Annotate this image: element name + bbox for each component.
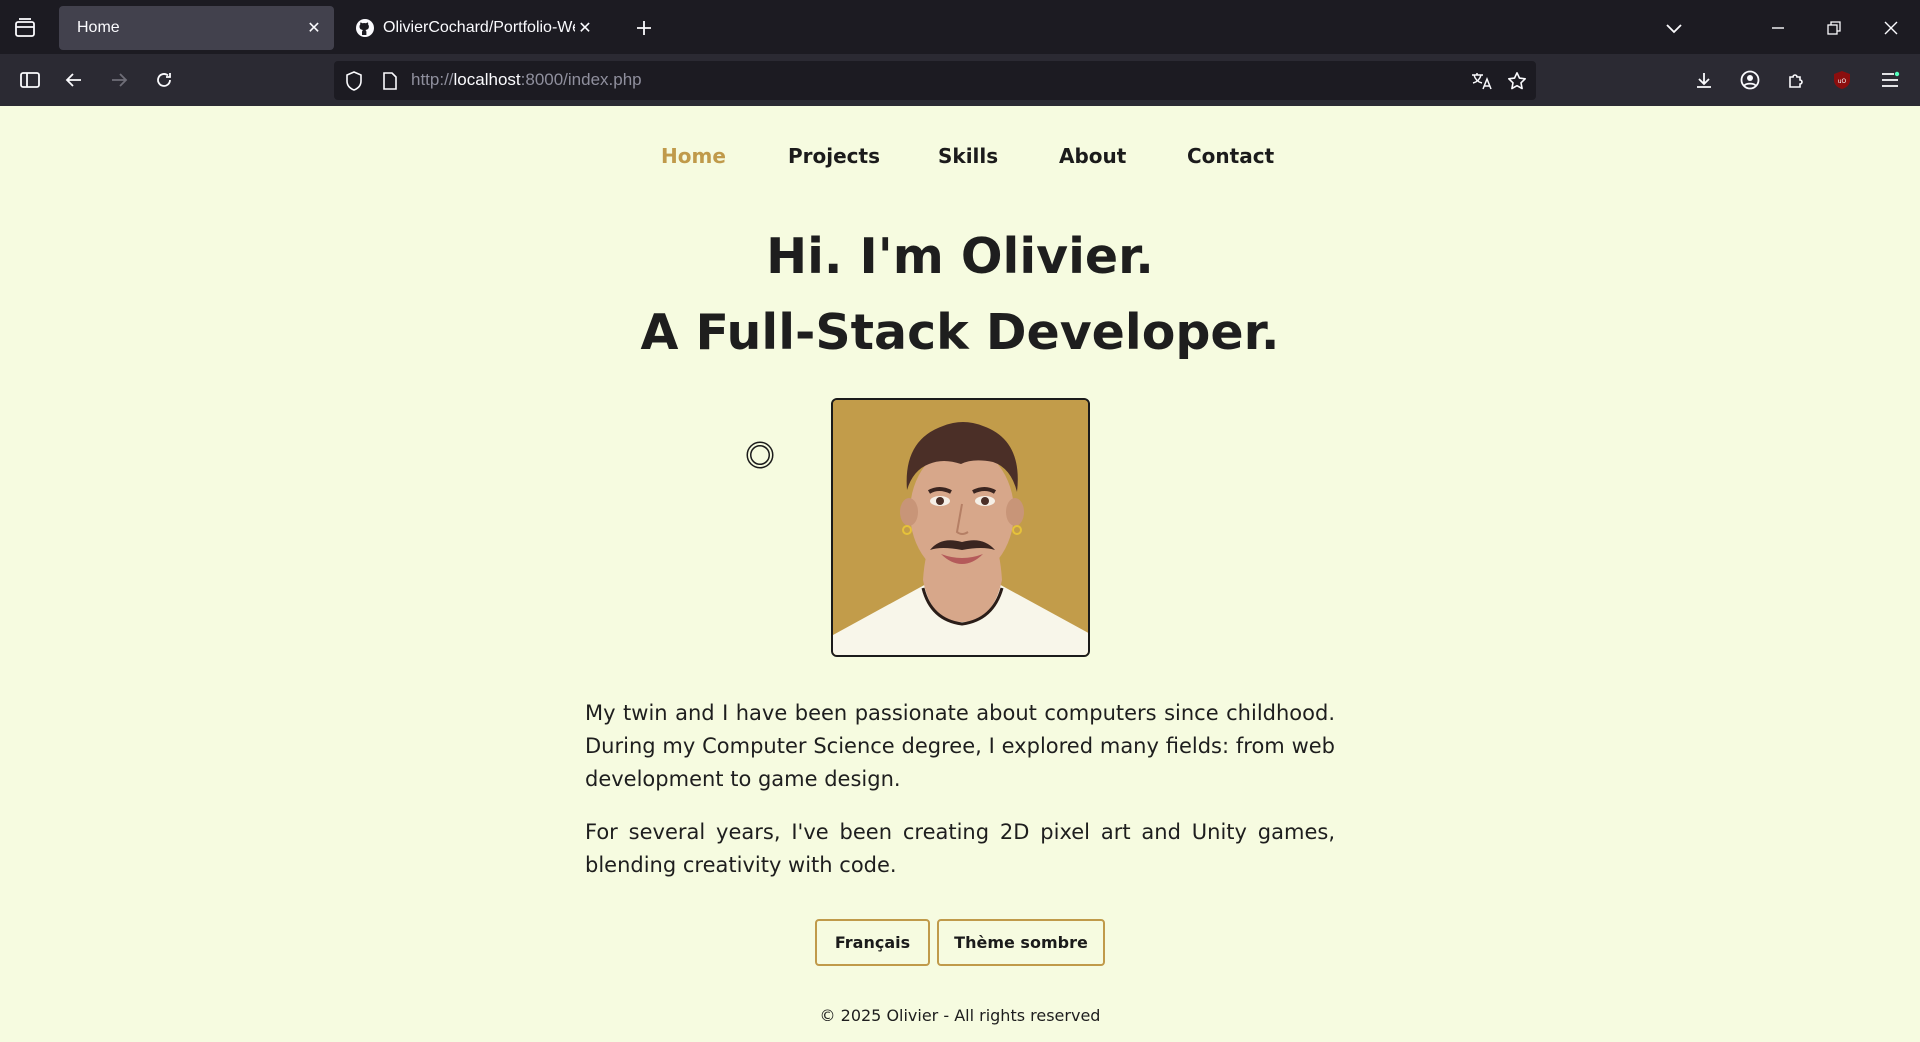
page-icon[interactable] (380, 70, 400, 92)
hero-greeting: Hi. I'm Olivier. (766, 228, 1154, 285)
sidebar-toggle-icon[interactable] (18, 68, 42, 92)
reload-icon[interactable] (152, 68, 176, 92)
shield-icon[interactable] (343, 70, 365, 92)
footer-copyright: © 2025 Olivier - All rights reserved (819, 1006, 1101, 1025)
url-host: localhost (453, 70, 521, 89)
url-prefix: http:// (411, 70, 454, 89)
download-icon[interactable] (1692, 68, 1716, 92)
ublock-icon[interactable]: uO (1830, 68, 1854, 92)
tab-title: OlivierCochard/Portfolio-Websi (383, 19, 575, 36)
github-icon (355, 18, 375, 38)
menu-icon[interactable] (1878, 68, 1902, 92)
close-icon[interactable]: ✕ (575, 18, 595, 38)
forward-arrow-icon[interactable] (107, 68, 131, 92)
account-icon[interactable] (1738, 68, 1762, 92)
window-close-icon[interactable] (1877, 16, 1905, 40)
nav-item-skills[interactable]: Skills (938, 144, 998, 168)
bio-paragraph-2: For several years, I've been creating 2D… (585, 820, 1335, 877)
url-text[interactable]: http://localhost:8000/index.php (411, 70, 642, 90)
bio-paragraph-1: My twin and I have been passionate about… (585, 701, 1335, 791)
avatar-illustration (833, 400, 1088, 655)
restore-icon[interactable] (1820, 16, 1848, 40)
url-rest: :8000/index.php (520, 70, 642, 89)
bookmark-star-icon[interactable] (1505, 69, 1529, 93)
svg-text:uO: uO (1838, 78, 1847, 85)
back-arrow-icon[interactable] (62, 68, 86, 92)
language-button[interactable]: Français (815, 919, 930, 966)
page-content: Home Projects Skills About Contact Hi. I… (0, 106, 1920, 1042)
theme-toggle-button[interactable]: Thème sombre (937, 919, 1105, 966)
tab-home[interactable]: Home ✕ (59, 6, 334, 50)
tab-title: Home (77, 19, 120, 36)
chevron-down-icon[interactable] (1662, 16, 1686, 40)
tab-overview-icon[interactable] (12, 16, 38, 40)
extensions-icon[interactable] (1784, 68, 1808, 92)
nav-item-contact[interactable]: Contact (1187, 144, 1274, 168)
nav-item-home[interactable]: Home (661, 144, 726, 168)
tab-github[interactable]: OlivierCochard/Portfolio-Websi ✕ (345, 6, 605, 50)
avatar (831, 398, 1090, 657)
translate-icon[interactable] (1470, 69, 1494, 93)
hero-title: A Full-Stack Developer. (640, 304, 1280, 361)
close-icon[interactable]: ✕ (304, 18, 324, 38)
nav-item-projects[interactable]: Projects (788, 144, 880, 168)
busy-cursor-icon (745, 440, 775, 470)
nav-item-about[interactable]: About (1059, 144, 1126, 168)
new-tab-icon[interactable] (632, 16, 656, 40)
minimize-icon[interactable] (1764, 16, 1792, 40)
browser-tab-bar: Home ✕ OlivierCochard/Portfolio-Websi ✕ (0, 0, 1920, 54)
